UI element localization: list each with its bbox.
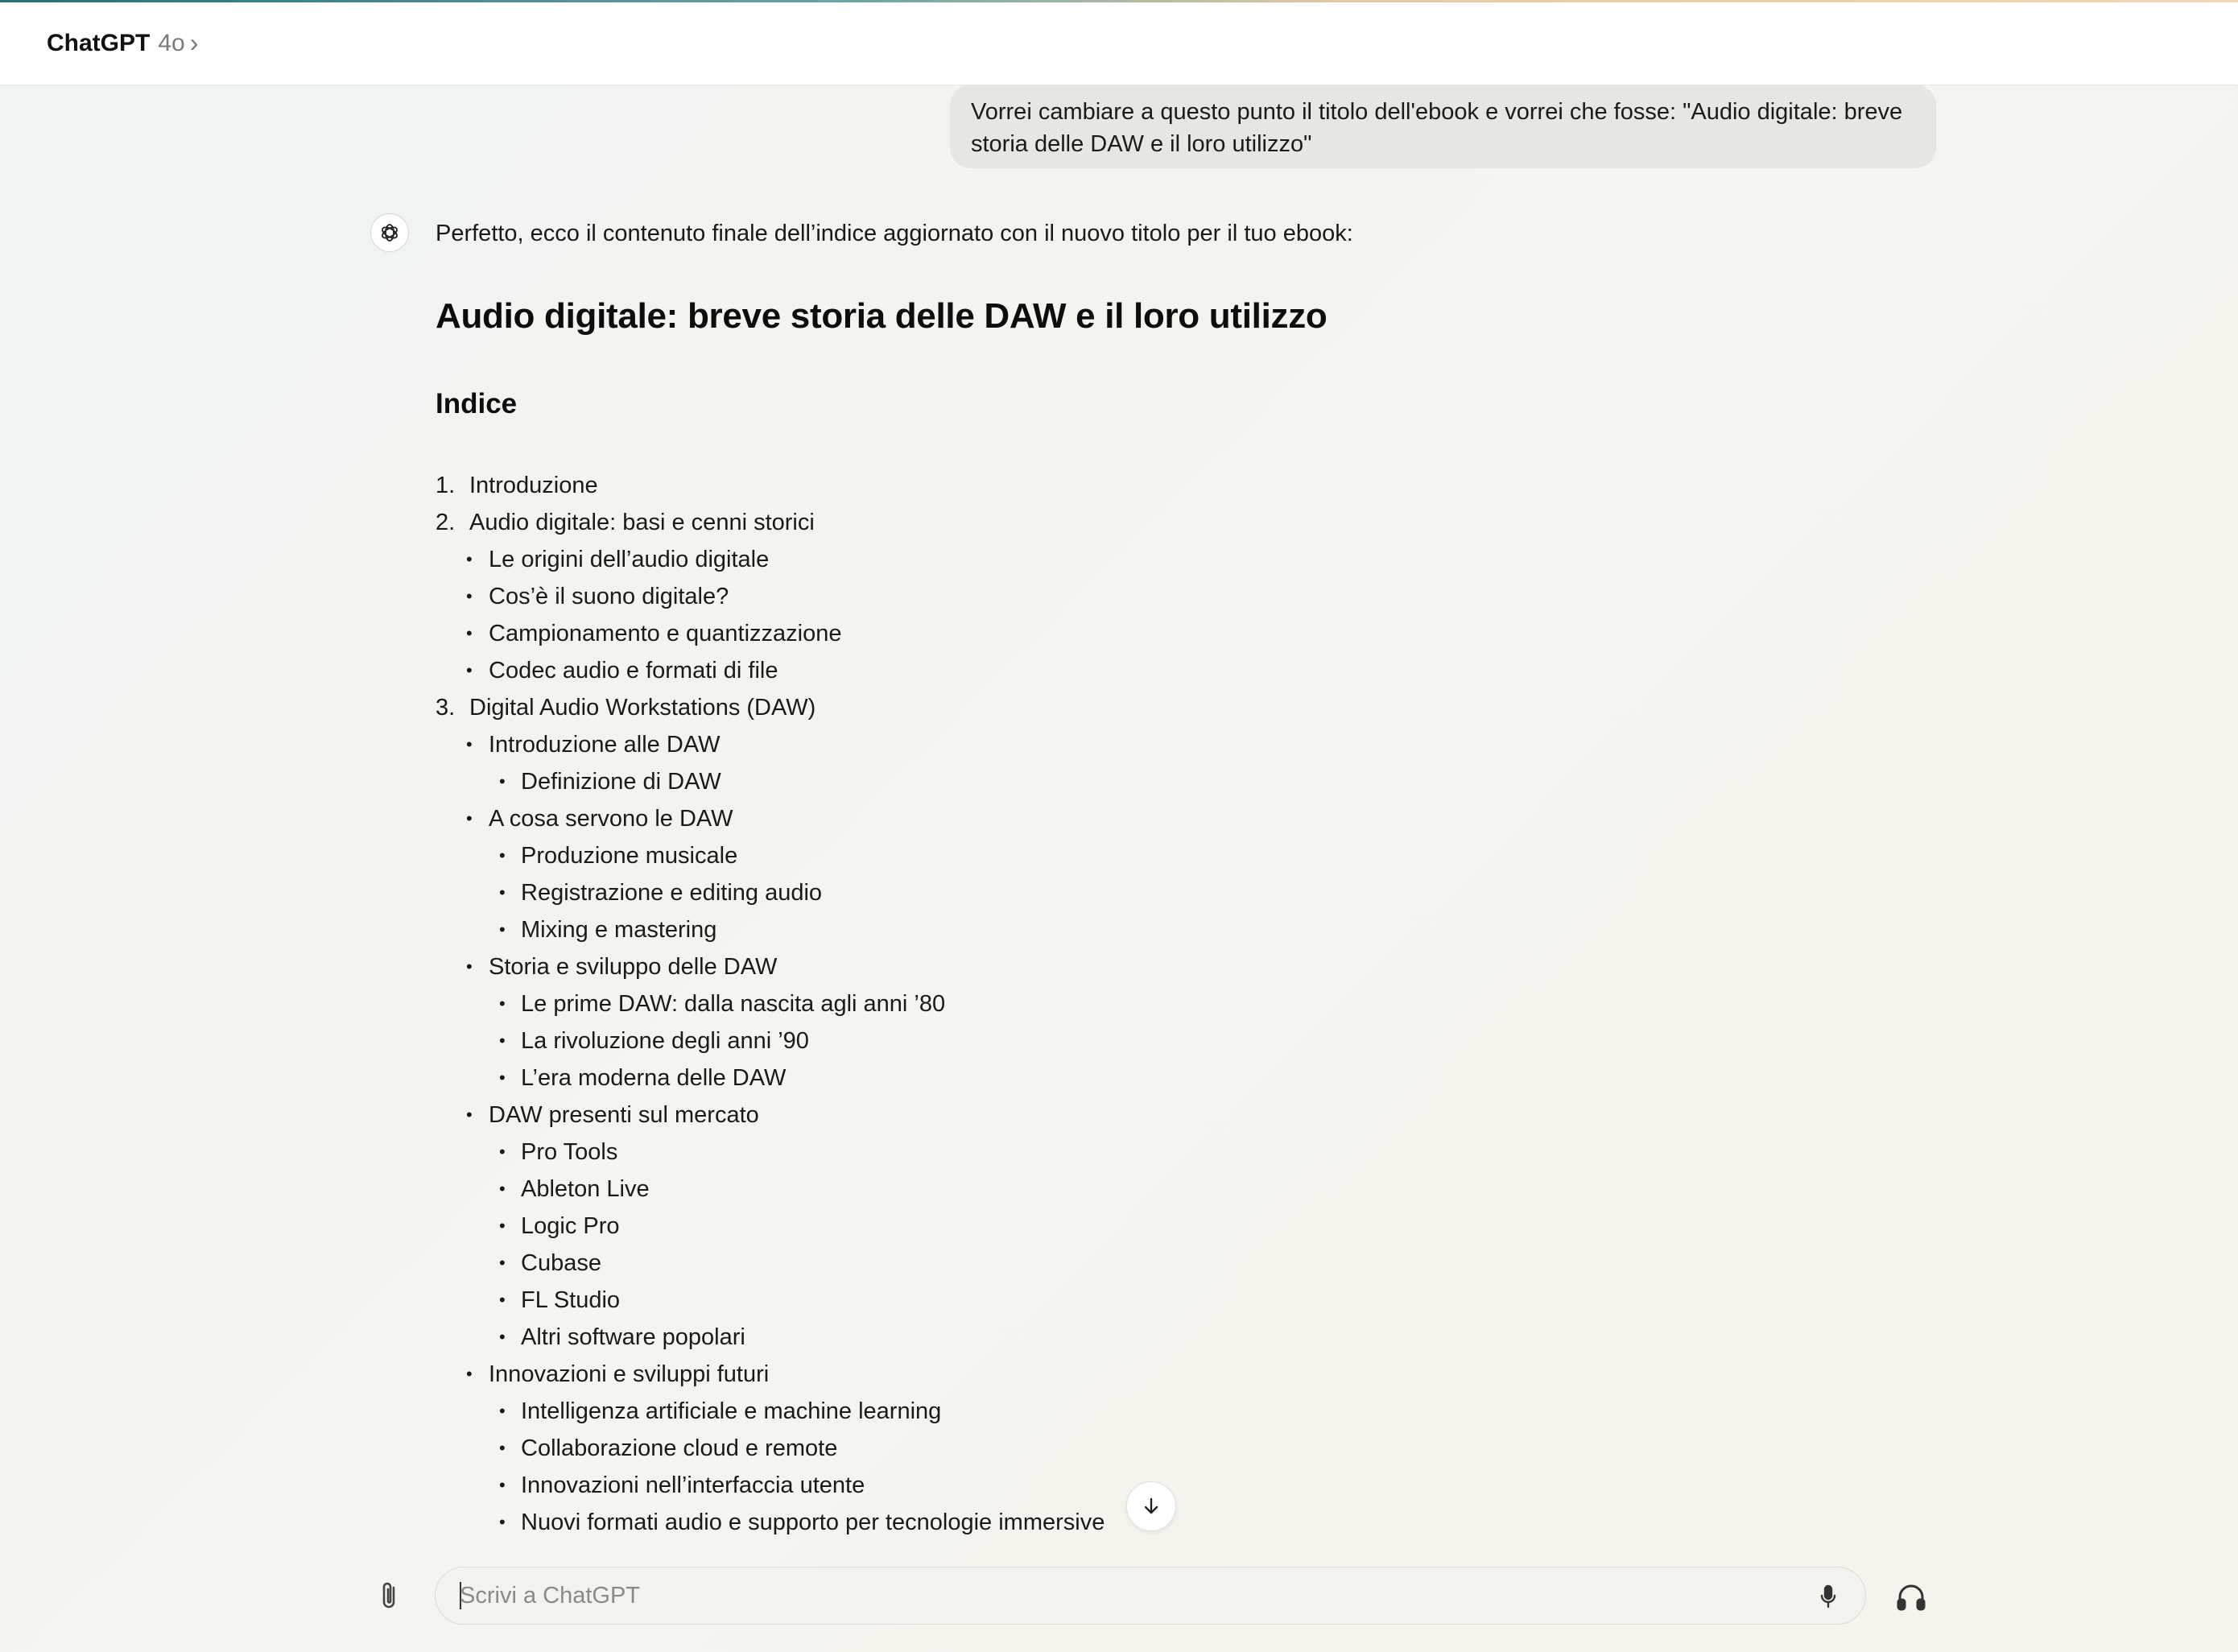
bullet-icon: • [499,771,506,791]
toc-item-text: A cosa servono le DAW [489,806,733,832]
paperclip-icon [382,1582,395,1609]
bullet-icon: • [466,586,473,606]
attach-button[interactable] [372,1578,407,1613]
bullet-icon: • [499,1290,506,1310]
message-input[interactable] [460,1567,1780,1624]
toc-item-text: L’era moderna delle DAW [521,1065,787,1091]
model-selector[interactable]: ChatGPT 4o › [47,28,198,58]
user-message: Vorrei cambiare a questo punto il titolo… [950,85,1936,168]
bullet-icon: • [499,1068,506,1088]
message-composer [435,1567,1866,1625]
bullet-icon: • [466,956,473,977]
toc-item-text: Cubase [521,1250,601,1276]
header-bar: ChatGPT 4o › [0,2,2238,85]
toc-item-text: Altri software popolari [521,1324,745,1350]
bullet-icon: • [466,1364,473,1384]
ebook-title: Audio digitale: breve storia delle DAW e… [436,296,1328,336]
toc-item-text: Introduzione alle DAW [489,732,721,758]
bullet-icon: • [499,919,506,940]
toc-item-text: La rivoluzione degli anni ’90 [521,1028,809,1054]
toc-item-text: Le origini dell’audio digitale [489,547,770,572]
toc-item-text: Pro Tools [521,1139,618,1165]
openai-logo-icon [370,213,409,252]
toc-item-text: Codec audio e formati di file [489,658,778,684]
toc-item-text: Produzione musicale [521,843,738,869]
toc-item-text: Innovazioni nell’interfaccia utente [521,1472,865,1498]
voice-mode-button[interactable] [1892,1578,1930,1617]
dictate-button[interactable] [1812,1580,1844,1613]
bullet-icon: • [499,1179,506,1199]
toc-number: 3. [436,695,456,721]
toc-item-text: Intelligenza artificiale e machine learn… [521,1398,942,1424]
app-name: ChatGPT [47,29,151,56]
toc-item-text: Definizione di DAW [521,769,721,795]
assistant-message: Perfetto, ecco il contenuto finale dell’… [436,217,1965,1535]
bullet-icon: • [499,1253,506,1273]
bullet-icon: • [466,1105,473,1125]
toc-item-text: Le prime DAW: dalla nascita agli anni ’8… [521,991,946,1017]
microphone-icon [1820,1584,1836,1609]
bullet-icon: • [499,845,506,865]
model-name: 4o [158,29,185,56]
bullet-icon: • [499,1401,506,1421]
toc-item-text: Digital Audio Workstations (DAW) [469,695,816,721]
toc-item-text: Registrazione e editing audio [521,880,823,906]
bullet-icon: • [499,1475,506,1495]
bullet-icon: • [466,623,473,643]
toc-item-text: Storia e sviluppo delle DAW [489,954,778,980]
bullet-icon: • [499,1030,506,1051]
toc-item-text: Cos’è il suono digitale? [489,584,729,609]
toc-item-text: Mixing e mastering [521,917,717,943]
bullet-icon: • [499,1438,506,1458]
bullet-icon: • [466,808,473,828]
bullet-icon: • [499,1216,506,1236]
bullet-icon: • [499,993,506,1014]
arrow-down-icon [1144,1497,1158,1514]
bullet-icon: • [499,1327,506,1347]
headphones-icon [1897,1584,1926,1611]
toc-item-text: Logic Pro [521,1213,620,1239]
toc-item-text: Collaborazione cloud e remote [521,1435,838,1461]
toc-item-text: DAW presenti sul mercato [489,1102,759,1128]
toc-item-text: Audio digitale: basi e cenni storici [469,510,815,535]
toc-item-text: FL Studio [521,1287,621,1313]
toc-item-text: Introduzione [469,473,598,498]
bullet-icon: • [466,549,473,569]
toc-item-text: Innovazioni e sviluppi futuri [489,1361,770,1387]
bullet-icon: • [499,1142,506,1162]
index-heading: Indice [436,388,518,419]
bullet-icon: • [466,734,473,754]
scroll-down-button[interactable] [1126,1481,1176,1531]
toc-number: 2. [436,510,456,535]
bullet-icon: • [499,1512,506,1532]
bullet-icon: • [499,882,506,902]
assistant-intro: Perfetto, ecco il contenuto finale dell’… [436,221,1353,246]
toc-item-text: Ableton Live [521,1176,650,1202]
chevron-right-icon: › [189,28,199,57]
toc-item-text: Nuovi formati audio e supporto per tecno… [521,1510,1105,1535]
toc-number: 1. [436,473,456,498]
toc-item-text: Campionamento e quantizzazione [489,621,842,646]
bullet-icon: • [466,660,473,680]
